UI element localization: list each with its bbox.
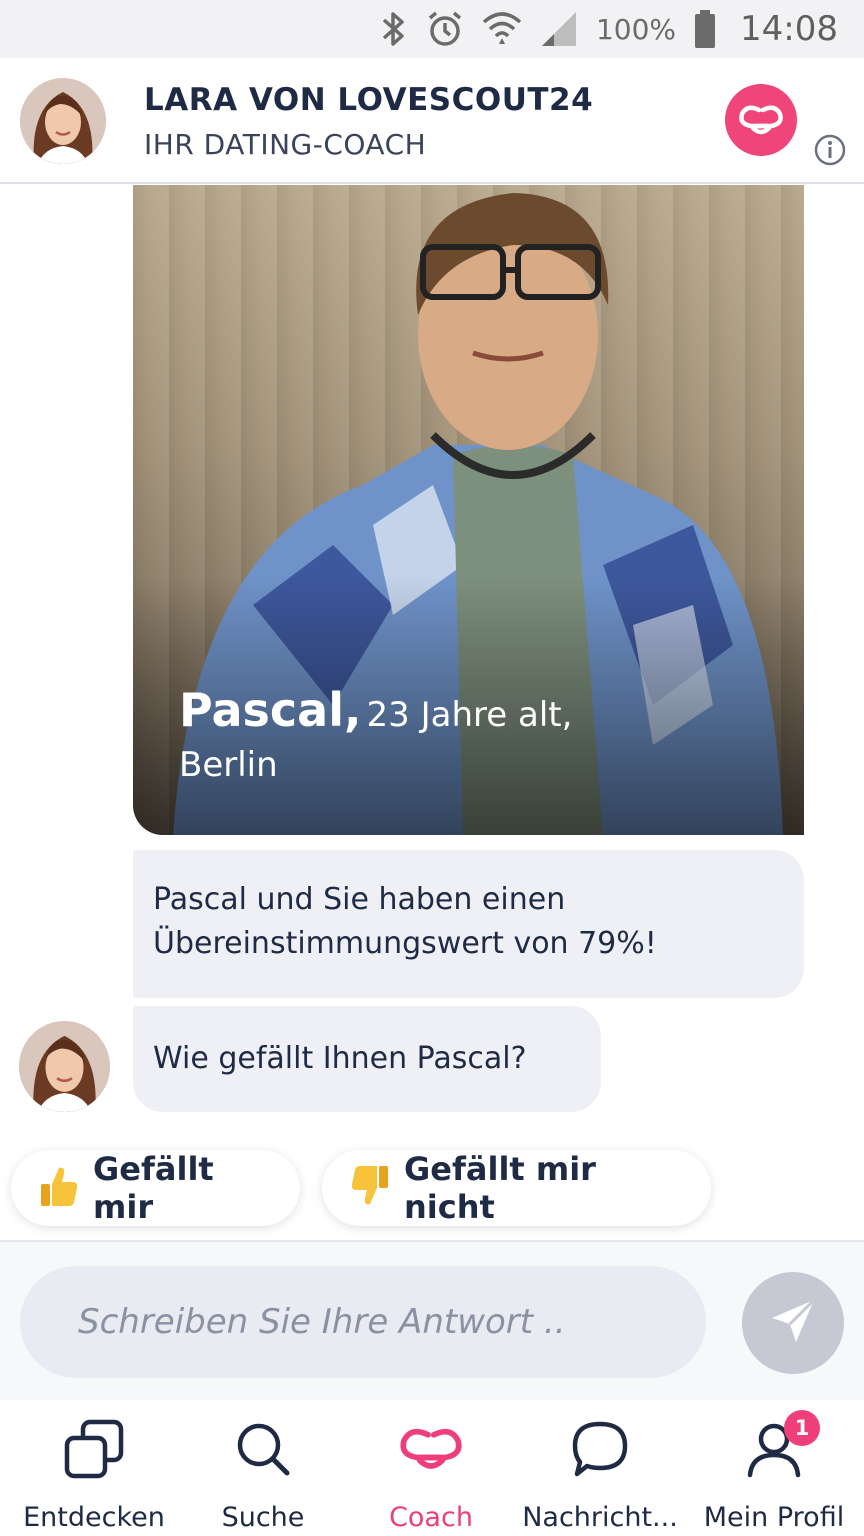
nav-label: Coach [389, 1502, 473, 1533]
wifi-icon [482, 10, 522, 48]
dislike-button[interactable]: Gefällt mir nicht [322, 1150, 711, 1226]
nav-item-coach[interactable]: Coach [358, 1400, 504, 1536]
coach-avatar [19, 1021, 110, 1112]
search-icon [233, 1416, 293, 1482]
profile-photo-card[interactable]: Pascal, 23 Jahre alt, Berlin [133, 185, 804, 835]
battery-percentage: 100% [595, 12, 677, 46]
chat-header: LARA VON LOVESCOUT24 IHR DATING-COACH [0, 58, 864, 184]
nav-item-mein-profil[interactable]: 1 Mein Profil [688, 1400, 860, 1536]
thumbs-down-icon [350, 1164, 390, 1212]
message-bubble: Pascal und Sie haben einen Übereinstimmu… [133, 850, 804, 998]
status-bar: 100% 14:08 [0, 0, 864, 58]
profile-icon: 1 [744, 1410, 820, 1482]
send-button[interactable] [742, 1272, 844, 1374]
nav-item-entdecken[interactable]: Entdecken [4, 1400, 184, 1536]
profile-name: Pascal, [179, 683, 362, 737]
coach-subtitle: IHR DATING-COACH [144, 128, 427, 161]
nav-label: Suche [221, 1502, 305, 1533]
coach-avatar[interactable] [20, 78, 106, 164]
coach-title: LARA VON LOVESCOUT24 [144, 82, 594, 118]
chat-bubble-icon [569, 1416, 631, 1482]
coach-logo-icon [397, 1416, 465, 1482]
like-button[interactable]: Gefällt mir [11, 1150, 300, 1226]
nav-label: Entdecken [23, 1502, 165, 1533]
alarm-icon [426, 10, 464, 48]
cards-icon [61, 1416, 127, 1482]
nav-item-nachrichten[interactable]: Nachricht... [514, 1400, 686, 1536]
message-composer [0, 1240, 864, 1400]
message-bubble: Wie gefällt Ihnen Pascal? [133, 1006, 601, 1112]
chat-area[interactable]: Pascal, 23 Jahre alt, Berlin Pascal und … [0, 185, 864, 1240]
info-icon[interactable] [813, 133, 847, 167]
clock: 14:08 [740, 9, 838, 49]
thumbs-up-icon [39, 1164, 79, 1212]
battery-icon [694, 10, 716, 48]
signal-icon [540, 10, 578, 48]
profile-caption: Pascal, 23 Jahre alt, Berlin [179, 683, 739, 785]
notification-badge: 1 [784, 1410, 820, 1446]
profile-age: 23 Jahre alt, [366, 695, 573, 735]
like-label: Gefällt mir [93, 1150, 214, 1226]
bottom-navigation: Entdecken Suche Coach Nachricht... 1 Mei… [0, 1400, 864, 1536]
send-icon [768, 1296, 818, 1350]
nav-label: Mein Profil [703, 1502, 845, 1533]
lovescout-logo-icon [725, 84, 797, 156]
nav-label: Nachricht... [522, 1502, 678, 1533]
profile-city: Berlin [179, 745, 278, 785]
message-input[interactable] [20, 1266, 706, 1378]
dislike-label: Gefällt mir nicht [404, 1150, 596, 1226]
nav-item-suche[interactable]: Suche [190, 1400, 336, 1536]
bluetooth-icon [380, 10, 408, 48]
